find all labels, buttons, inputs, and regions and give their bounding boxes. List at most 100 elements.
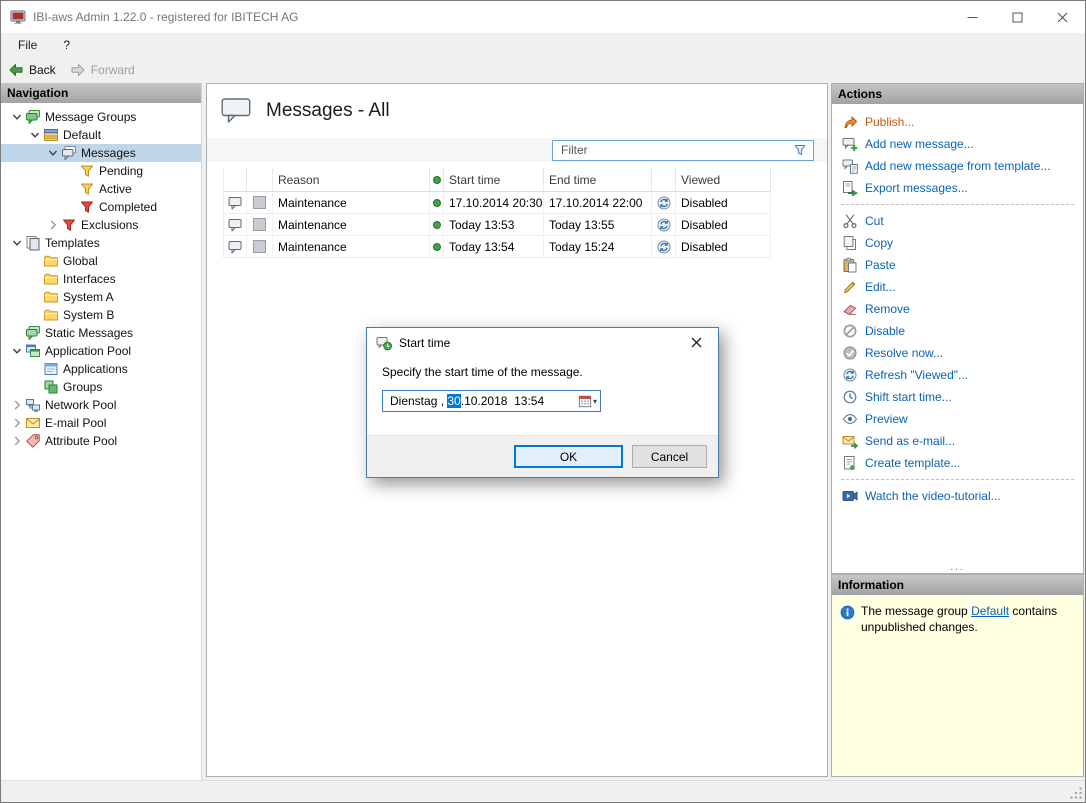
forward-button[interactable]: Forward (70, 62, 135, 78)
tree-item-applications[interactable]: Applications (1, 360, 201, 378)
datetime-picker[interactable]: Dienstag , 30 .10.2018 13:54 ▾ (382, 390, 601, 412)
tree-item-completed[interactable]: Completed (1, 198, 201, 216)
action-create-template[interactable]: Create template... (832, 452, 1083, 474)
datetime-day-selected[interactable]: 30 (447, 394, 460, 408)
tree-item-system-b[interactable]: System B (1, 306, 201, 324)
chevron-right-icon[interactable] (9, 415, 25, 431)
tree-item-attribute-pool[interactable]: Attribute Pool (1, 432, 201, 450)
viewed-state-icon (656, 195, 672, 211)
dialog-title-bar[interactable]: Start time (367, 328, 718, 357)
action-refresh-viewed[interactable]: Refresh "Viewed"... (832, 364, 1083, 386)
datetime-suffix[interactable]: .10.2018 13:54 (461, 394, 544, 408)
dialog-close-button[interactable] (683, 328, 709, 357)
back-button[interactable]: Back (8, 62, 56, 78)
row-checkbox[interactable] (253, 218, 266, 231)
action-export-messages[interactable]: Export messages... (832, 177, 1083, 199)
action-cut[interactable]: Cut (832, 210, 1083, 232)
chevron-down-icon[interactable] (9, 235, 25, 251)
tree-item-label: Interfaces (63, 272, 116, 286)
tree-item-global[interactable]: Global (1, 252, 201, 270)
tree-item-groups[interactable]: Groups (1, 378, 201, 396)
app-window: IBI-aws Admin 1.22.0 - registered for IB… (0, 0, 1086, 803)
menu-file[interactable]: File (18, 38, 37, 52)
action-watch-the-video-tutorial[interactable]: Watch the video-tutorial... (832, 485, 1083, 507)
tree-item-message-groups[interactable]: Message Groups (1, 108, 201, 126)
tree-item-application-pool[interactable]: Application Pool (1, 342, 201, 360)
action-remove[interactable]: Remove (832, 298, 1083, 320)
action-preview[interactable]: Preview (832, 408, 1083, 430)
action-add-new-message[interactable]: Add new message... (832, 133, 1083, 155)
filter-input[interactable] (561, 143, 792, 157)
message-row[interactable]: Maintenance17.10.2014 20:3017.10.2014 22… (223, 192, 771, 214)
message-row[interactable]: MaintenanceToday 13:54Today 15:24Disable… (223, 236, 771, 258)
filter-box[interactable] (552, 140, 814, 161)
action-add-new-message-from-template[interactable]: Add new message from template... (832, 155, 1083, 177)
viewed-column-header[interactable]: Viewed (676, 168, 771, 191)
tree-item-exclusions[interactable]: Exclusions (1, 216, 201, 234)
start-time-dialog: Start time Specify the start time of the… (366, 327, 719, 478)
action-label: Send as e-mail... (865, 434, 955, 448)
resize-grip[interactable] (1069, 786, 1083, 800)
page-title: Messages - All (266, 100, 390, 122)
cancel-button[interactable]: Cancel (632, 445, 707, 468)
action-send-as-e-mail[interactable]: Send as e-mail... (832, 430, 1083, 452)
default-group-link[interactable]: Default (971, 604, 1009, 618)
calendar-dropdown-button[interactable]: ▾ (575, 391, 600, 411)
tree-item-system-a[interactable]: System A (1, 288, 201, 306)
information-body: The message group Default contains unpub… (832, 595, 1083, 644)
reason-value: Maintenance (278, 218, 347, 232)
status-dot-icon (433, 221, 441, 229)
tree-item-e-mail-pool[interactable]: E-mail Pool (1, 414, 201, 432)
minimize-button[interactable] (950, 1, 995, 33)
chevron-down-icon[interactable] (9, 109, 25, 125)
maximize-button[interactable] (995, 1, 1040, 33)
end-time-column-header[interactable]: End time (544, 168, 652, 191)
message-row[interactable]: MaintenanceToday 13:53Today 13:55Disable… (223, 214, 771, 236)
folder-icon (43, 307, 59, 323)
actions-scroll-indicator[interactable]: ... (832, 563, 1083, 573)
tree-item-network-pool[interactable]: Network Pool (1, 396, 201, 414)
tree-item-default[interactable]: Default (1, 126, 201, 144)
close-button[interactable] (1040, 1, 1085, 33)
action-disable[interactable]: Disable (832, 320, 1083, 342)
action-label: Resolve now... (865, 346, 943, 360)
status-dot-icon (433, 243, 441, 251)
chevron-right-icon[interactable] (9, 433, 25, 449)
row-checkbox[interactable] (253, 240, 266, 253)
checkbox-cell[interactable] (247, 214, 273, 235)
checkbox-cell[interactable] (247, 192, 273, 213)
messages-table: Reason Start timeEnd time Viewed Maintenan… (223, 168, 771, 258)
action-publish[interactable]: Publish... (832, 111, 1083, 133)
tree-item-templates[interactable]: Templates (1, 234, 201, 252)
datetime-prefix[interactable]: Dienstag , (390, 394, 447, 408)
chevron-right-icon[interactable] (45, 217, 61, 233)
checkbox-cell[interactable] (247, 236, 273, 257)
action-resolve-now[interactable]: Resolve now... (832, 342, 1083, 364)
action-paste[interactable]: Paste (832, 254, 1083, 276)
tree-item-interfaces[interactable]: Interfaces (1, 270, 201, 288)
action-shift-start-time[interactable]: Shift start time... (832, 386, 1083, 408)
chevron-down-icon[interactable] (27, 127, 43, 143)
action-label: Paste (865, 258, 896, 272)
action-edit[interactable]: Edit... (832, 276, 1083, 298)
chevron-down-icon[interactable] (45, 145, 61, 161)
ok-button[interactable]: OK (514, 445, 623, 468)
action-copy[interactable]: Copy (832, 232, 1083, 254)
chevron-spacer (27, 361, 43, 377)
tree-item-pending[interactable]: Pending (1, 162, 201, 180)
tree-item-messages[interactable]: Messages (1, 144, 201, 162)
action-label: Watch the video-tutorial... (865, 489, 1001, 503)
start-time-column-header[interactable]: Start time (444, 168, 544, 191)
actions-panel: Actions Publish...Add new message...Add … (831, 83, 1084, 574)
tree-item-static-messages[interactable]: Static Messages (1, 324, 201, 342)
chevron-right-icon[interactable] (9, 397, 25, 413)
email-pool-icon (25, 415, 41, 431)
row-checkbox[interactable] (253, 196, 266, 209)
viewed-value: Disabled (681, 240, 728, 254)
tree-item-active[interactable]: Active (1, 180, 201, 198)
reason-column-header[interactable]: Reason (273, 168, 430, 191)
menu-help[interactable]: ? (63, 38, 70, 52)
filter-funnel-icon[interactable] (792, 142, 808, 158)
chevron-down-icon[interactable] (9, 343, 25, 359)
title-bar[interactable]: IBI-aws Admin 1.22.0 - registered for IB… (1, 1, 1085, 33)
